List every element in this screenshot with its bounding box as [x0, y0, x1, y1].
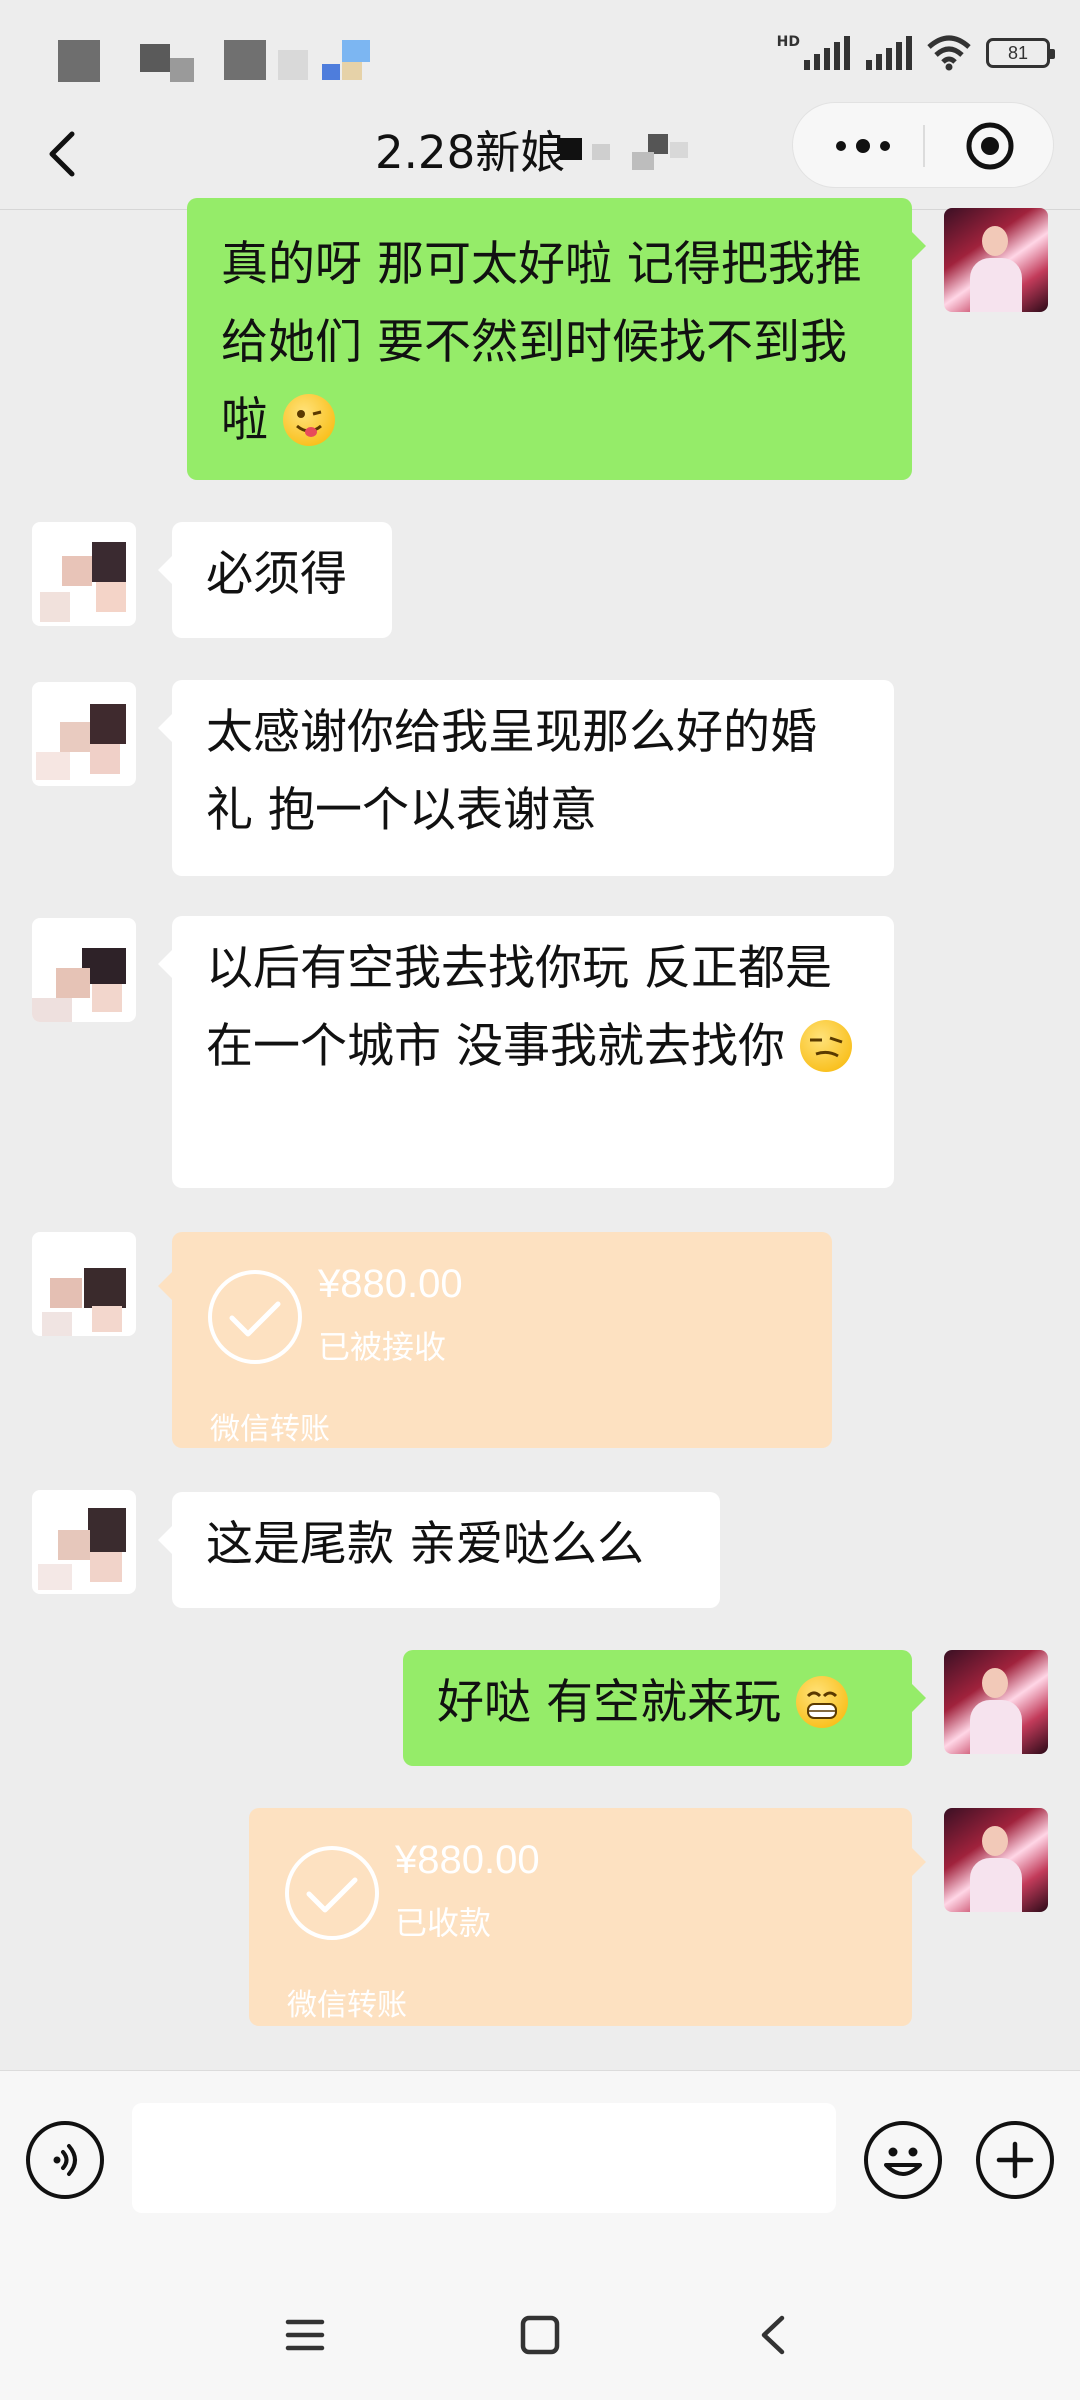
- avatar-self[interactable]: [944, 208, 1048, 312]
- transfer-card-received[interactable]: ¥880.00 已被接收 微信转账: [158, 1232, 832, 1448]
- wink-tongue-emoji-icon: [282, 394, 335, 446]
- battery-level: 81: [1007, 42, 1029, 63]
- avatar-contact[interactable]: [32, 1232, 136, 1336]
- capsule-divider: [923, 125, 925, 167]
- more-button[interactable]: [813, 103, 913, 189]
- message-bubble-received[interactable]: 太感谢你给我呈现那么好的婚礼 抱一个以表谢意: [158, 680, 894, 876]
- chat-header: 2.28新娘: [0, 100, 1080, 210]
- checkmark-circle-icon: [208, 1270, 302, 1364]
- signal-icon-2: [866, 36, 912, 70]
- emoji-button[interactable]: [864, 2121, 942, 2199]
- chat-input-bar: [0, 2070, 1080, 2270]
- message-bubble-sent[interactable]: 真的呀 那可太好啦 记得把我推给她们 要不然到时候找不到我啦: [187, 198, 926, 480]
- message-text: 必须得: [206, 547, 347, 602]
- transfer-card-received-by-me[interactable]: ¥880.00 已收款 微信转账: [249, 1808, 926, 2026]
- wifi-icon: [927, 35, 971, 71]
- plus-icon: [996, 2141, 1034, 2179]
- avatar-contact[interactable]: [32, 522, 136, 626]
- message-text: 好哒 有空就来玩: [437, 1675, 781, 1730]
- nav-back-button[interactable]: [748, 2310, 798, 2360]
- transfer-status: 已收款: [395, 1904, 492, 1942]
- transfer-status: 已被接收: [318, 1328, 447, 1366]
- transfer-amount: ¥880.00: [395, 1838, 540, 1882]
- message-bubble-received[interactable]: 这是尾款 亲爱哒么么: [158, 1492, 720, 1608]
- chat-title: 2.28新娘: [375, 126, 566, 179]
- transfer-amount: ¥880.00: [318, 1262, 463, 1306]
- back-button[interactable]: [34, 118, 94, 188]
- more-dots-icon: [836, 139, 890, 153]
- sly-face-emoji-icon: [799, 1020, 852, 1072]
- signal-icon: [804, 36, 850, 70]
- avatar-contact[interactable]: [32, 918, 136, 1022]
- avatar-contact[interactable]: [32, 1490, 136, 1594]
- voice-icon: [53, 2144, 77, 2176]
- smiley-icon: [884, 2147, 922, 2176]
- avatar-self[interactable]: [944, 1650, 1048, 1754]
- hd-label: HD: [776, 34, 800, 50]
- target-circle-icon: [966, 122, 1014, 170]
- message-input[interactable]: [132, 2103, 836, 2213]
- transfer-footer-label: 微信转账: [210, 1412, 330, 1447]
- message-text: 太感谢你给我呈现那么好的婚礼 抱一个以表谢意: [206, 705, 817, 838]
- avatar-contact[interactable]: [32, 682, 136, 786]
- title-redacted-mosaic: [550, 130, 710, 180]
- system-nav-bar: [0, 2270, 1080, 2400]
- battery-icon: 81: [986, 38, 1055, 68]
- nav-home-button[interactable]: [515, 2310, 565, 2360]
- close-miniprogram-button[interactable]: [935, 103, 1045, 189]
- message-bubble-received[interactable]: 以后有空我去找你玩 反正都是在一个城市 没事我就去找你: [158, 916, 894, 1188]
- status-bar: HD 81: [0, 0, 1080, 100]
- message-bubble-received[interactable]: 必须得: [158, 522, 392, 638]
- transfer-footer-label: 微信转账: [287, 1988, 407, 2023]
- mini-program-capsule: [792, 102, 1054, 188]
- message-text: 这是尾款 亲爱哒么么: [206, 1517, 644, 1572]
- status-notification-icons: [40, 30, 370, 86]
- message-bubble-sent[interactable]: 好哒 有空就来玩: [403, 1650, 926, 1766]
- square-home-icon: [520, 2315, 560, 2355]
- checkmark-circle-icon: [285, 1846, 379, 1940]
- avatar-self[interactable]: [944, 1808, 1048, 1912]
- message-text: 以后有空我去找你玩 反正都是在一个城市 没事我就去找你: [206, 941, 832, 1074]
- voice-button[interactable]: [26, 2121, 104, 2199]
- nav-menu-button[interactable]: [280, 2310, 330, 2360]
- grin-emoji-icon: [795, 1676, 848, 1728]
- chevron-left-icon: [49, 131, 75, 177]
- menu-icon: [285, 2319, 325, 2351]
- triangle-back-icon: [761, 2315, 785, 2355]
- more-actions-button[interactable]: [976, 2121, 1054, 2199]
